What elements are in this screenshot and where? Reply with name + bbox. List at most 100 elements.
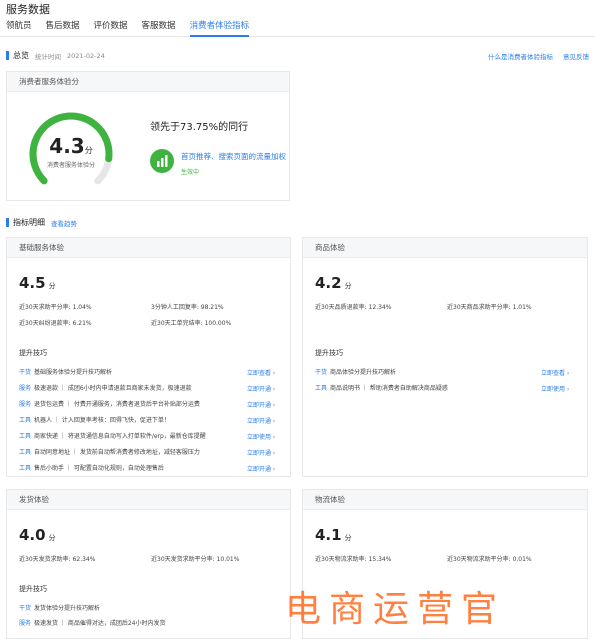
product-score: 4.2 分 xyxy=(315,274,352,292)
tip-tag: 干货 xyxy=(19,368,32,376)
tip-action-button[interactable]: 立即开通 › xyxy=(247,464,275,473)
tip-tag: 工具 xyxy=(315,384,328,392)
tip-tag: 工具 xyxy=(19,416,32,424)
tip-text: 商品说明书 ｜ 帮助消费者自助解决商品疑惑 xyxy=(330,384,448,392)
overview-card-title: 消费者服务体验分 xyxy=(7,72,289,92)
traffic-boost-title: 首页推荐、搜索页面的流量加权 xyxy=(181,152,286,161)
basic-tip-row: 干货 基础服务体验分提升技巧解析 xyxy=(19,364,112,378)
product-experience-title: 商品体验 xyxy=(303,238,587,258)
overview-links: 什么是消费者体验指标 意见反馈 xyxy=(488,51,589,61)
tip-text: 极速退款 ｜ 成团6小时内申请退款且商家未发货，极速退款 xyxy=(34,384,192,392)
shipping-score: 4.0 分 xyxy=(19,526,56,544)
view-trend-link[interactable]: 查看趋势 xyxy=(51,218,77,228)
product-score-value: 4.2 xyxy=(315,274,342,292)
logistics-score-value: 4.1 xyxy=(315,526,342,544)
traffic-boost-status: 生效中 xyxy=(181,169,200,176)
basic-metric-4: 近30天工单完结率: 100.00% xyxy=(151,320,232,327)
tip-action-button[interactable]: 立即使用 › xyxy=(541,384,569,393)
shipping-tip-row: 干货 发货体验分提升技巧解析 xyxy=(19,600,100,614)
page-title: 服务数据 xyxy=(6,3,50,16)
product-tip-row: 工具 商品说明书 ｜ 帮助消费者自助解决商品疑惑 xyxy=(315,380,448,394)
logistics-score: 4.1 分 xyxy=(315,526,352,544)
shipping-score-unit: 分 xyxy=(48,534,56,542)
tip-action-button[interactable]: 立即开通 › xyxy=(247,400,275,409)
stat-time-label: 统计时间 xyxy=(35,52,61,61)
basic-tip-row: 工具 商家快递 ｜ 将退货通信息自动写入打单软件/erp，最新仓库提醒 xyxy=(19,428,206,442)
tip-action-button[interactable]: 立即使用 › xyxy=(247,432,275,441)
shipping-score-value: 4.0 xyxy=(19,526,46,544)
score-gauge: 4.3分 消费者服务体验分 xyxy=(16,106,126,196)
shipping-tips-title: 提升技巧 xyxy=(19,585,47,593)
overview-header: 总览 统计时间 2021-02-24 xyxy=(6,50,105,61)
tip-text: 机器人 ｜ 计入回复率考核：回得飞快，促进下单！ xyxy=(34,416,170,424)
section-marker xyxy=(6,218,9,227)
basic-score-unit: 分 xyxy=(48,282,56,290)
basic-service-card: 基础服务体验 4.5 分 近30天求助平分率: 1.04% 3分钟人工回复率: 9… xyxy=(6,237,291,477)
tip-tag: 工具 xyxy=(19,464,32,472)
basic-metric-1: 近30天求助平分率: 1.04% xyxy=(19,304,92,311)
tip-tag: 干货 xyxy=(19,604,32,612)
feedback-link[interactable]: 意见反馈 xyxy=(563,51,589,61)
detail-title: 指标明细 xyxy=(13,218,45,227)
tip-text: 自动同意地址 ｜ 发货前自动帮消费者修改地址，减轻客服压力 xyxy=(34,448,200,456)
section-marker xyxy=(6,51,9,60)
tip-tag: 服务 xyxy=(19,619,32,627)
shipping-experience-title: 发货体验 xyxy=(7,490,290,510)
tip-tag: 服务 xyxy=(19,384,32,392)
basic-tips-title: 提升技巧 xyxy=(19,349,47,357)
traffic-bar-chart-icon xyxy=(150,149,174,173)
peer-rank-text: 领先于73.75%的同行 xyxy=(150,122,249,133)
tab-customer-service[interactable]: 客服数据 xyxy=(142,18,176,36)
basic-service-title: 基础服务体验 xyxy=(7,238,290,258)
shipping-tip-row: 服务 极速发货 ｜ 商品催得对达，成团后24小时内发货 xyxy=(19,615,165,629)
product-score-unit: 分 xyxy=(344,282,352,290)
overall-score-unit: 分 xyxy=(84,146,93,155)
stat-date: 2021-02-24 xyxy=(67,51,105,60)
tip-text: 基础服务体验分提升技巧解析 xyxy=(34,368,113,376)
tip-text: 极速发货 ｜ 商品催得对达，成团后24小时内发货 xyxy=(34,619,166,627)
shipping-metric-1: 近30天发货求助率: 62.34% xyxy=(19,556,96,563)
overview-title: 总览 xyxy=(13,51,29,60)
shipping-experience-card: 发货体验 4.0 分 近30天发货求助率: 62.34% 近30天发货求助平分率:… xyxy=(6,489,291,639)
tab-after-sales[interactable]: 售后数据 xyxy=(46,18,80,36)
detail-header: 指标明细 查看趋势 xyxy=(6,217,77,228)
logistics-metric-2: 近30天物流求助平分率: 0.01% xyxy=(447,556,532,563)
gauge-score: 4.3分 xyxy=(16,134,126,158)
basic-tip-row: 服务 极速退款 ｜ 成团6小时内申请退款且商家未发货，极速退款 xyxy=(19,380,192,394)
tip-text: 售后小助手 ｜ 可配置自动化规则，自动处理售后 xyxy=(34,464,164,472)
tab-consumer-experience[interactable]: 消费者体验指标 xyxy=(189,18,250,37)
basic-score-value: 4.5 xyxy=(19,274,46,292)
product-metric-2: 近30天商品求助平分率: 1.01% xyxy=(447,304,532,311)
watermark-text: 电商运营官 xyxy=(285,589,506,630)
logistics-metric-1: 近30天物流求助率: 15.34% xyxy=(315,556,392,563)
basic-tip-row: 工具 售后小助手 ｜ 可配置自动化规则，自动处理售后 xyxy=(19,460,164,474)
tip-tag: 干货 xyxy=(315,368,328,376)
gauge-label: 消费者服务体验分 xyxy=(46,162,95,169)
product-tips-title: 提升技巧 xyxy=(315,349,343,357)
basic-tip-row: 工具 机器人 ｜ 计入回复率考核：回得飞快，促进下单！ xyxy=(19,412,170,426)
product-tip-row: 干货 商品体验分提升技巧解析 xyxy=(315,364,396,378)
tab-navigator[interactable]: 领航员 xyxy=(6,18,32,36)
tip-tag: 工具 xyxy=(19,432,32,440)
tip-tag: 工具 xyxy=(19,448,32,456)
basic-tip-row: 服务 退货包运费 ｜ 付费开通服务，消费者退货后平台补贴部分运费 xyxy=(19,396,200,410)
logistics-score-unit: 分 xyxy=(344,534,352,542)
what-is-indicator-link[interactable]: 什么是消费者体验指标 xyxy=(488,51,553,61)
product-metric-1: 近30天品质退款率: 12.34% xyxy=(315,304,392,311)
basic-tip-row: 工具 自动同意地址 ｜ 发货前自动帮消费者修改地址，减轻客服压力 xyxy=(19,444,200,458)
tip-text: 商家快递 ｜ 将退货通信息自动写入打单软件/erp，最新仓库提醒 xyxy=(34,432,206,440)
product-experience-card: 商品体验 4.2 分 近30天品质退款率: 12.34% 近30天商品求助平分率:… xyxy=(302,237,588,477)
basic-metric-2: 3分钟人工回复率: 98.21% xyxy=(151,304,224,311)
tab-reviews[interactable]: 评价数据 xyxy=(94,18,128,36)
logistics-experience-title: 物流体验 xyxy=(303,490,587,510)
tip-text: 发货体验分提升技巧解析 xyxy=(34,604,101,612)
basic-metric-3: 近30天纠纷退款率: 6.21% xyxy=(19,320,92,327)
tip-action-button[interactable]: 立即查看 › xyxy=(541,368,569,377)
overall-score: 4.3 xyxy=(49,134,85,158)
tip-tag: 服务 xyxy=(19,400,32,408)
tip-action-button[interactable]: 立即开通 › xyxy=(247,384,275,393)
tip-text: 商品体验分提升技巧解析 xyxy=(330,368,397,376)
tip-action-button[interactable]: 立即查看 › xyxy=(247,368,275,377)
tip-action-button[interactable]: 立即开通 › xyxy=(247,448,275,457)
tip-action-button[interactable]: 立即开通 › xyxy=(247,416,275,425)
